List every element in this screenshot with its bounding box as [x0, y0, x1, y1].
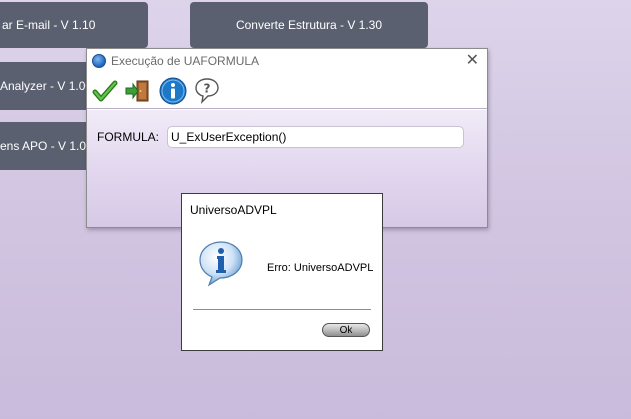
menu-tile-converte-estrutura[interactable]: Converte Estrutura - V 1.30: [190, 2, 428, 48]
formula-input[interactable]: [167, 126, 464, 148]
checkmark-icon: [92, 80, 118, 102]
window-titlebar[interactable]: Execução de UAFORMULA ✕: [87, 49, 487, 74]
menu-tile-label: Analyzer - V 1.00: [0, 79, 90, 93]
menu-tile-label: Converte Estrutura - V 1.30: [235, 18, 383, 32]
info-bubble-icon: [199, 241, 243, 287]
info-button[interactable]: [158, 76, 188, 106]
dialog-divider: [193, 309, 371, 310]
close-icon[interactable]: ✕: [466, 52, 479, 70]
menu-tile-analyzer[interactable]: Analyzer - V 1.00: [0, 62, 90, 110]
info-icon: [159, 77, 187, 105]
dialog-message: Erro: UniversoADVPL: [267, 262, 374, 274]
menu-tile-apo[interactable]: ens APO - V 1.00: [0, 122, 90, 170]
ok-button[interactable]: Ok: [322, 323, 370, 337]
formula-label: FORMULA:: [97, 130, 160, 144]
help-icon: ?: [195, 78, 219, 105]
exit-door-icon: [125, 80, 149, 102]
exit-button[interactable]: [123, 76, 153, 106]
app-logo-icon: [92, 54, 106, 68]
svg-text:?: ?: [204, 82, 211, 96]
dialog-title: UniversoADVPL: [190, 203, 277, 217]
menu-tile-label: ens APO - V 1.00: [0, 139, 90, 153]
menu-tile-email[interactable]: ar E-mail - V 1.10: [0, 2, 148, 48]
toolbar: ?: [87, 74, 487, 109]
message-dialog: UniversoADVPL Erro: UniversoADVPL Ok: [181, 193, 383, 351]
menu-tile-label: ar E-mail - V 1.10: [2, 18, 96, 32]
ok-button-label: Ok: [339, 324, 353, 336]
confirm-button[interactable]: [90, 76, 120, 106]
help-button[interactable]: ?: [192, 76, 222, 106]
window-title: Execução de UAFORMULA: [111, 54, 260, 68]
